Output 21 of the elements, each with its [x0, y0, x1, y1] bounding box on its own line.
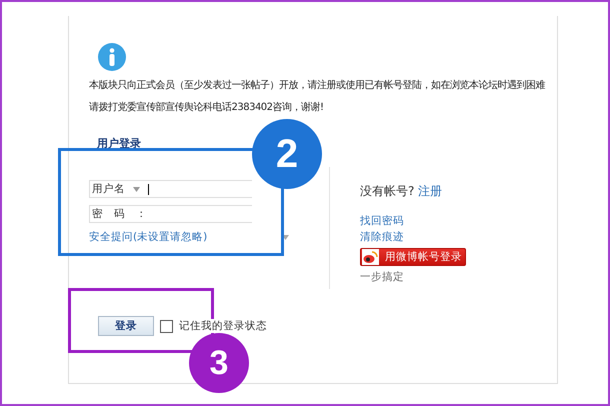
step-number: 3	[189, 333, 249, 393]
eye-logo-icon	[362, 249, 379, 265]
account-link[interactable]: 清除痕迹	[360, 230, 466, 244]
login-button[interactable]: 登录	[98, 316, 154, 336]
notice-text: 本版块只向正式会员（至少发表过一张帖子）开放，请注册或使用已有帐号登陆，如在浏览本论坛时遇到困难	[89, 78, 545, 93]
caret-icon	[282, 234, 289, 240]
question-select[interactable]: 安全提问(未设置请忽略)	[89, 230, 289, 244]
step-number: 2	[252, 119, 322, 189]
register-prompt: 没有帐号?	[360, 184, 414, 198]
login-title: 用户登录	[97, 136, 142, 151]
weibo-login-button[interactable]: 用微博帐号登录	[360, 248, 466, 266]
weibo-note: 一步搞定	[360, 270, 405, 284]
remember-checkbox[interactable]	[160, 320, 173, 332]
input-field[interactable]: 用户名	[89, 180, 252, 198]
info-icon	[97, 42, 127, 72]
notice-text: 请拨打党委宣传部宣传舆论科电话2383402咨询，谢谢!	[89, 100, 324, 115]
caret-icon	[133, 186, 140, 192]
register-link[interactable]: 注册	[418, 184, 442, 198]
input-field[interactable]: 密 码 ：	[89, 205, 252, 223]
account-link[interactable]: 找回密码	[360, 214, 466, 228]
remember-label: 记住我的登录状态	[179, 319, 267, 333]
